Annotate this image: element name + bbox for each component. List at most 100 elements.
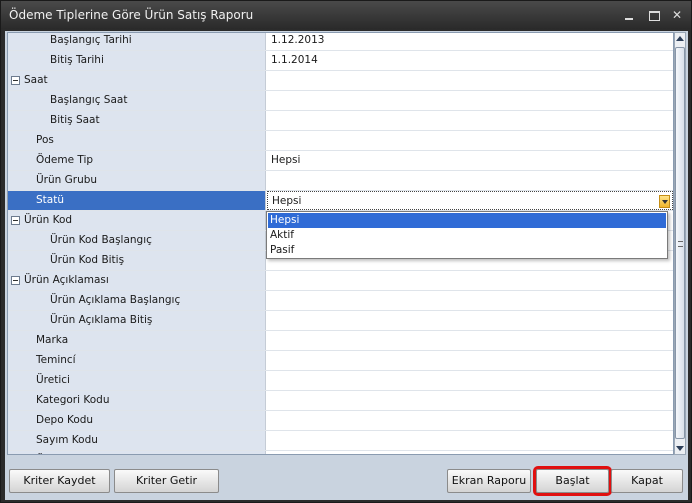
grid-row[interactable]: Depo Kodu (8, 411, 673, 431)
row-value-cell[interactable] (267, 451, 673, 454)
collapse-icon[interactable] (11, 76, 20, 85)
row-label: Marka (36, 334, 69, 346)
screen-report-button[interactable]: Ekran Raporu (447, 469, 531, 493)
row-label-cell[interactable]: Üretici (8, 371, 266, 390)
row-label-cell[interactable]: Bitiş Tarihi (8, 51, 266, 70)
row-value: 1.12.2013 (271, 34, 325, 46)
row-value-cell[interactable] (267, 171, 673, 190)
scroll-down-icon[interactable] (676, 446, 684, 451)
row-label-cell[interactable]: Başlangıç Saat (8, 91, 266, 110)
row-label-cell[interactable]: Ürün Açıklama Bitiş (8, 311, 266, 330)
row-label: Bitiş Saat (50, 114, 100, 126)
dropdown-option[interactable]: Hepsi (268, 213, 666, 228)
row-label: Ürün Kod (24, 214, 73, 226)
row-value-cell[interactable] (267, 371, 673, 390)
row-value-cell[interactable]: Hepsi (267, 191, 673, 210)
grid-row[interactable]: Temincí (8, 351, 673, 371)
grid-row[interactable]: Başlangıç Saat (8, 91, 673, 111)
grid-row[interactable]: Başlangıç Tarihi 1.12.2013 (8, 33, 673, 51)
report-window: Ödeme Tiplerine Göre Ürün Satış Raporu ✕… (0, 0, 692, 503)
close-icon[interactable]: ✕ (669, 7, 685, 23)
dropdown-arrow-icon[interactable] (659, 195, 670, 208)
row-label: Başlangıç Tarihi (50, 34, 132, 46)
scroll-thumb[interactable] (675, 47, 685, 439)
collapse-icon[interactable] (11, 216, 20, 225)
grid-row[interactable]: Kategori Kodu (8, 391, 673, 411)
row-label: Üretici (36, 374, 70, 386)
window-title: Ödeme Tiplerine Göre Ürün Satış Raporu (9, 8, 254, 22)
row-value-cell[interactable]: Hepsi (267, 151, 673, 170)
row-label: Statü (36, 194, 64, 206)
row-value-cell[interactable] (267, 91, 673, 110)
row-value: Hepsi (272, 195, 302, 207)
close-button[interactable]: Kapat (611, 469, 683, 493)
row-label: Depo Kodu (36, 414, 94, 426)
row-label-cell[interactable]: Özel Kod 1 (8, 451, 266, 455)
row-value-cell[interactable]: 1.12.2013 (267, 33, 673, 50)
grid-row[interactable]: Özel Kod 1 (8, 451, 673, 455)
row-label-cell[interactable]: Ürün Kod Bitiş (8, 251, 266, 270)
row-label-cell[interactable]: Ürün Kod (8, 211, 266, 230)
dropdown-option[interactable]: Aktif (268, 228, 666, 243)
grid-row[interactable]: Ürün Açıklama Bitiş (8, 311, 673, 331)
row-label: Özel Kod 1 (36, 454, 92, 455)
row-value-cell[interactable]: 1.1.2014 (267, 51, 673, 70)
row-value-cell[interactable] (267, 271, 673, 290)
dropdown-option[interactable]: Pasif (268, 243, 666, 258)
row-label-cell[interactable]: Temincí (8, 351, 266, 370)
minimize-icon[interactable] (621, 7, 637, 23)
row-value-cell[interactable] (267, 411, 673, 430)
grid-row[interactable]: Sayım Kodu (8, 431, 673, 451)
grid-row[interactable]: Bitiş Saat (8, 111, 673, 131)
grid-row[interactable]: Ödeme Tip Hepsi (8, 151, 673, 171)
row-label: Ürün Kod Bitiş (50, 254, 125, 266)
row-label: Temincí (36, 354, 76, 366)
scroll-up-icon[interactable] (676, 36, 684, 41)
grid-row[interactable]: Pos (8, 131, 673, 151)
grid-row[interactable]: Statü Hepsi (8, 191, 673, 211)
row-label-cell[interactable]: Pos (8, 131, 266, 150)
row-value-cell[interactable] (267, 311, 673, 330)
row-label-cell[interactable]: Sayım Kodu (8, 431, 266, 450)
row-label: Ürün Kod Başlangıç (50, 234, 152, 246)
row-label: Pos (36, 134, 54, 146)
row-value-cell[interactable] (267, 331, 673, 350)
row-label: Sayım Kodu (36, 434, 98, 446)
row-value-cell[interactable] (267, 131, 673, 150)
collapse-icon[interactable] (11, 276, 20, 285)
row-value-cell[interactable] (267, 71, 673, 90)
row-label: Ürün Açıklama Bitiş (50, 314, 153, 326)
row-label-cell[interactable]: Depo Kodu (8, 411, 266, 430)
row-label-cell[interactable]: Kategori Kodu (8, 391, 266, 410)
row-value-cell[interactable] (267, 291, 673, 310)
vertical-scrollbar[interactable] (674, 32, 686, 455)
load-criteria-button[interactable]: Kriter Getir (114, 469, 219, 493)
row-value-cell[interactable] (267, 391, 673, 410)
grid-row[interactable]: Ürün Grubu (8, 171, 673, 191)
row-label-cell[interactable]: Ürün Açıklama Başlangıç (8, 291, 266, 310)
row-label-cell[interactable]: Ürün Açıklaması (8, 271, 266, 290)
row-value-cell[interactable] (267, 351, 673, 370)
row-label-cell[interactable]: Ürün Grubu (8, 171, 266, 190)
row-label-cell[interactable]: Marka (8, 331, 266, 350)
row-label-cell[interactable]: Ödeme Tip (8, 151, 266, 170)
status-dropdown-list[interactable]: Hepsi Aktif Pasif (266, 211, 668, 259)
row-label: Başlangıç Saat (50, 94, 128, 106)
row-value-cell[interactable] (267, 431, 673, 450)
grid-row[interactable]: Ürün Açıklaması (8, 271, 673, 291)
save-criteria-button[interactable]: Kriter Kaydet (9, 469, 110, 493)
row-label-cell[interactable]: Bitiş Saat (8, 111, 266, 130)
grid-row[interactable]: Bitiş Tarihi 1.1.2014 (8, 51, 673, 71)
grid-row[interactable]: Saat (8, 71, 673, 91)
title-bar[interactable]: Ödeme Tiplerine Göre Ürün Satış Raporu ✕ (1, 1, 691, 29)
row-label-cell[interactable]: Başlangıç Tarihi (8, 33, 266, 50)
row-label-cell[interactable]: Ürün Kod Başlangıç (8, 231, 266, 250)
row-label-cell[interactable]: Statü (8, 191, 266, 210)
grid-row[interactable]: Üretici (8, 371, 673, 391)
row-value-cell[interactable] (267, 111, 673, 130)
maximize-icon[interactable] (646, 7, 662, 23)
start-button[interactable]: Başlat (533, 466, 612, 496)
grid-row[interactable]: Marka (8, 331, 673, 351)
row-label-cell[interactable]: Saat (8, 71, 266, 90)
grid-row[interactable]: Ürün Açıklama Başlangıç (8, 291, 673, 311)
